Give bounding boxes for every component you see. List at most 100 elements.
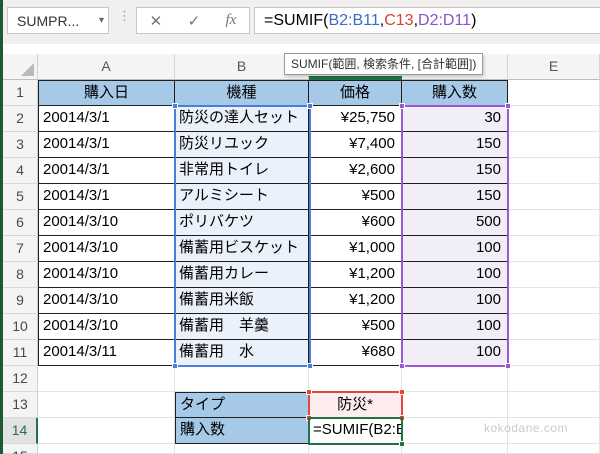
row-header-8[interactable]: 8 xyxy=(3,262,38,288)
cell-a2[interactable]: 20014/3/1 xyxy=(38,106,175,132)
cell-c3[interactable]: ¥7,400 xyxy=(309,132,402,158)
row-header-3[interactable]: 3 xyxy=(3,132,38,158)
cell-d10[interactable]: 100 xyxy=(402,314,508,340)
cell-d12[interactable] xyxy=(402,366,508,392)
row-header-13[interactable]: 13 xyxy=(3,392,38,418)
cell-b11[interactable]: 備蓄用 水 xyxy=(175,340,309,366)
cell-b3[interactable]: 防災リユック xyxy=(175,132,309,158)
select-all-button[interactable] xyxy=(3,54,38,80)
cell-d7[interactable]: 100 xyxy=(402,236,508,262)
cell-d2[interactable]: 30 xyxy=(402,106,508,132)
cell-b4[interactable]: 非常用トイレ xyxy=(175,158,309,184)
cell-d15[interactable] xyxy=(402,444,508,454)
cell-a4[interactable]: 20014/3/1 xyxy=(38,158,175,184)
cell-c1[interactable]: 価格 xyxy=(309,80,402,106)
cell-a1[interactable]: 購入日 xyxy=(38,80,175,106)
cell-e15[interactable] xyxy=(508,444,600,454)
cell-d8[interactable]: 100 xyxy=(402,262,508,288)
cell-a5[interactable]: 20014/3/1 xyxy=(38,184,175,210)
row-header-6[interactable]: 6 xyxy=(3,210,38,236)
fill-handle[interactable] xyxy=(399,441,405,447)
cell-e6[interactable] xyxy=(508,210,600,236)
row-header-12[interactable]: 12 xyxy=(3,366,38,392)
column-header-a[interactable]: A xyxy=(38,54,175,80)
cell-d11[interactable]: 100 xyxy=(402,340,508,366)
row-header-15[interactable]: 15 xyxy=(3,444,38,454)
cell-b6[interactable]: ポリバケツ xyxy=(175,210,309,236)
row-header-4[interactable]: 4 xyxy=(3,158,38,184)
row-header-5[interactable]: 5 xyxy=(3,184,38,210)
cell-a8[interactable]: 20014/3/10 xyxy=(38,262,175,288)
cell-c13[interactable]: 防災* xyxy=(309,392,402,418)
row-header-14[interactable]: 14 xyxy=(3,418,38,444)
cell-e8[interactable] xyxy=(508,262,600,288)
cell-d4[interactable]: 150 xyxy=(402,158,508,184)
cell-e9[interactable] xyxy=(508,288,600,314)
cell-d3[interactable]: 150 xyxy=(402,132,508,158)
table-row: 10 20014/3/10 備蓄用 羊羹 ¥500 100 xyxy=(3,314,600,340)
cell-c5[interactable]: ¥500 xyxy=(309,184,402,210)
cell-c6[interactable]: ¥600 xyxy=(309,210,402,236)
cell-e7[interactable] xyxy=(508,236,600,262)
cell-a10[interactable]: 20014/3/10 xyxy=(38,314,175,340)
cell-e10[interactable] xyxy=(508,314,600,340)
cell-a14[interactable] xyxy=(38,418,175,444)
row-header-7[interactable]: 7 xyxy=(3,236,38,262)
cell-a15[interactable] xyxy=(38,444,175,454)
cell-d5[interactable]: 150 xyxy=(402,184,508,210)
cell-c11[interactable]: ¥680 xyxy=(309,340,402,366)
name-box[interactable]: SUMPR... ▾ xyxy=(7,7,109,34)
cell-a13[interactable] xyxy=(38,392,175,418)
column-header-e[interactable]: E xyxy=(508,54,600,80)
cell-d13[interactable] xyxy=(402,392,508,418)
enter-icon[interactable]: ✓ xyxy=(188,12,201,30)
cell-c7[interactable]: ¥1,000 xyxy=(309,236,402,262)
cell-e4[interactable] xyxy=(508,158,600,184)
insert-function-icon[interactable]: fx xyxy=(225,12,236,29)
cell-a12[interactable] xyxy=(38,366,175,392)
cell-d6[interactable]: 500 xyxy=(402,210,508,236)
cell-c14-active[interactable]: =SUMIF(B2:B xyxy=(309,418,402,444)
formula-input[interactable]: =SUMIF(B2:B11, C13, D2:D11) xyxy=(254,7,600,34)
cell-e5[interactable] xyxy=(508,184,600,210)
cancel-icon[interactable]: ✕ xyxy=(150,12,163,30)
cell-d1[interactable]: 購入数 xyxy=(402,80,508,106)
cell-a9[interactable]: 20014/3/10 xyxy=(38,288,175,314)
cell-e13[interactable] xyxy=(508,392,600,418)
cell-c12[interactable] xyxy=(309,366,402,392)
cell-b9[interactable]: 備蓄用米飯 xyxy=(175,288,309,314)
cell-b10[interactable]: 備蓄用 羊羹 xyxy=(175,314,309,340)
cell-c4[interactable]: ¥2,600 xyxy=(309,158,402,184)
cell-c9[interactable]: ¥1,200 xyxy=(309,288,402,314)
cell-b8[interactable]: 備蓄用カレー xyxy=(175,262,309,288)
cell-c15[interactable] xyxy=(309,444,402,454)
cell-a11[interactable]: 20014/3/11 xyxy=(38,340,175,366)
cell-c8[interactable]: ¥1,200 xyxy=(309,262,402,288)
cell-c2[interactable]: ¥25,750 xyxy=(309,106,402,132)
cell-e2[interactable] xyxy=(508,106,600,132)
cell-b7[interactable]: 備蓄用ビスケット xyxy=(175,236,309,262)
cell-b14[interactable]: 購入数 xyxy=(175,418,309,444)
cell-a6[interactable]: 20014/3/10 xyxy=(38,210,175,236)
cell-c10[interactable]: ¥500 xyxy=(309,314,402,340)
row-header-1[interactable]: 1 xyxy=(3,80,38,106)
cell-d9[interactable]: 100 xyxy=(402,288,508,314)
cell-a7[interactable]: 20014/3/10 xyxy=(38,236,175,262)
cell-e12[interactable] xyxy=(508,366,600,392)
cell-e11[interactable] xyxy=(508,340,600,366)
cell-b13[interactable]: タイプ xyxy=(175,392,309,418)
cell-e1[interactable] xyxy=(508,80,600,106)
cell-b5[interactable]: アルミシート xyxy=(175,184,309,210)
cell-b15[interactable] xyxy=(175,444,309,454)
cell-b1[interactable]: 機種 xyxy=(175,80,309,106)
chevron-down-icon[interactable]: ▾ xyxy=(97,15,104,26)
cell-b12[interactable] xyxy=(175,366,309,392)
cell-b2[interactable]: 防災の達人セット xyxy=(175,106,309,132)
table-row: 11 20014/3/11 備蓄用 水 ¥680 100 xyxy=(3,340,600,366)
row-header-2[interactable]: 2 xyxy=(3,106,38,132)
row-header-9[interactable]: 9 xyxy=(3,288,38,314)
row-header-10[interactable]: 10 xyxy=(3,314,38,340)
cell-e3[interactable] xyxy=(508,132,600,158)
cell-a3[interactable]: 20014/3/1 xyxy=(38,132,175,158)
row-header-11[interactable]: 11 xyxy=(3,340,38,366)
